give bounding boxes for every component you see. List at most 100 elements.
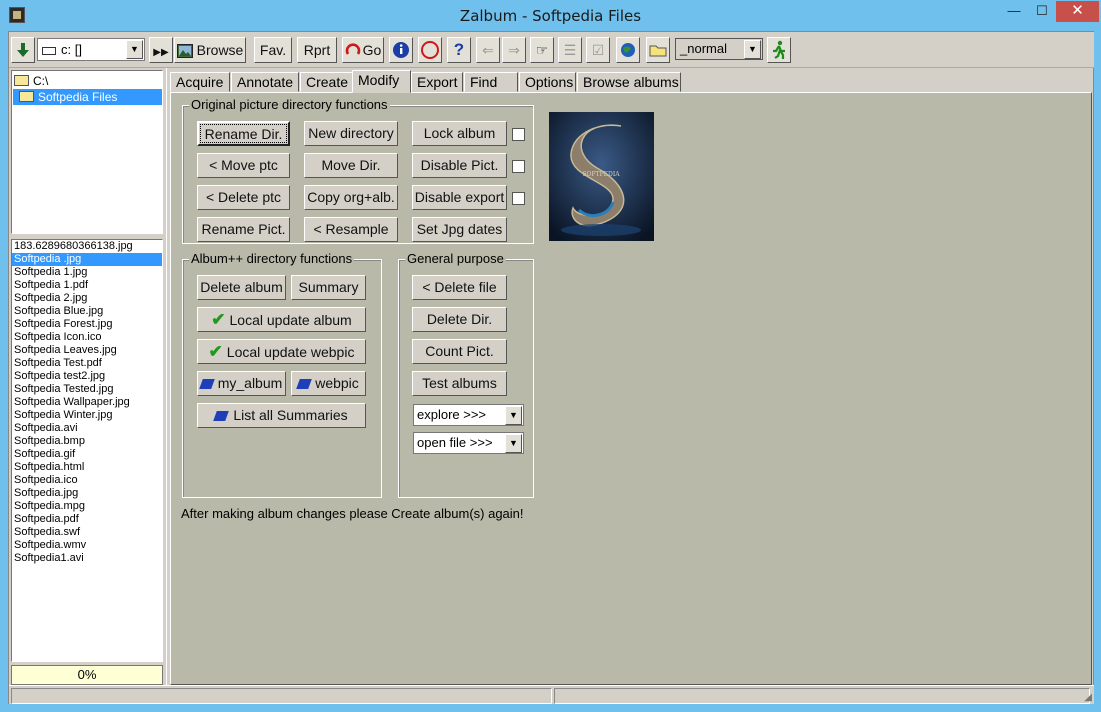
minimize-button[interactable]: —: [1000, 1, 1028, 22]
file-list-item[interactable]: Softpedia Blue.jpg: [12, 305, 162, 318]
list-icon: ☰: [563, 42, 577, 58]
delete-album-button[interactable]: Delete album: [197, 275, 286, 300]
delete-ptc-button[interactable]: < Delete ptc: [197, 185, 290, 210]
stop-button[interactable]: [418, 37, 442, 63]
close-button[interactable]: ✕: [1056, 1, 1099, 22]
explore-select[interactable]: explore >>> ▼: [413, 404, 524, 426]
forward-button[interactable]: ▶▶: [149, 37, 173, 63]
set-jpg-dates-button[interactable]: Set Jpg dates: [412, 217, 507, 242]
original-functions-group: Original picture directory functions Ren…: [182, 98, 534, 244]
disable-export-button[interactable]: Disable export: [412, 185, 507, 210]
file-list-item[interactable]: Softpedia 1.pdf: [12, 279, 162, 292]
rprt-button[interactable]: Rprt: [297, 37, 337, 63]
tree-item-root[interactable]: C:\: [14, 73, 54, 89]
summary-button[interactable]: Summary: [291, 275, 366, 300]
chevron-down-icon[interactable]: ▼: [505, 406, 522, 425]
button-label: Local update album: [229, 312, 352, 328]
file-list-item[interactable]: Softpedia .jpg: [12, 253, 162, 266]
tree-item-softpedia-files[interactable]: Softpedia Files: [13, 89, 162, 105]
checklist-button[interactable]: ☑: [586, 37, 610, 63]
disable-pict-button[interactable]: Disable Pict.: [412, 153, 507, 178]
tab-acquire[interactable]: Acquire: [170, 72, 230, 92]
file-list-item[interactable]: Softpedia Forest.jpg: [12, 318, 162, 331]
file-list-item[interactable]: Softpedia Leaves.jpg: [12, 344, 162, 357]
move-dir-button[interactable]: Move Dir.: [304, 153, 398, 178]
tab-export[interactable]: Export: [411, 72, 463, 92]
tab-annotate[interactable]: Annotate: [231, 72, 299, 92]
lock-album-checkbox[interactable]: [512, 128, 525, 141]
file-list-item[interactable]: Softpedia.pdf: [12, 513, 162, 526]
new-directory-button[interactable]: New directory: [304, 121, 398, 146]
directory-tree[interactable]: C:\ Softpedia Files: [11, 70, 163, 234]
file-list-item[interactable]: Softpedia test2.jpg: [12, 370, 162, 383]
rename-pict-button[interactable]: Rename Pict.: [197, 217, 290, 242]
file-list-item[interactable]: Softpedia Icon.ico: [12, 331, 162, 344]
info-button[interactable]: [389, 37, 413, 63]
file-list-item[interactable]: Softpedia.avi: [12, 422, 162, 435]
tab-modify[interactable]: Modify: [352, 70, 411, 93]
rename-dir-button[interactable]: Rename Dir.: [197, 121, 290, 146]
down-arrow-button[interactable]: [11, 37, 35, 63]
delete-file-button[interactable]: < Delete file: [412, 275, 507, 300]
run-button[interactable]: [767, 37, 791, 63]
client-area: c: [] ▼ ▶▶ Browse Fav. Rprt Go ? ⇐ ⇒ ☞ ☰…: [8, 31, 1094, 704]
picture-preview[interactable]: SOFTPEDIA: [549, 112, 654, 241]
drive-select[interactable]: c: [] ▼: [37, 38, 145, 61]
tab-create[interactable]: Create: [300, 72, 353, 92]
list-button[interactable]: ☰: [558, 37, 582, 63]
file-list-item[interactable]: Softpedia Wallpaper.jpg: [12, 396, 162, 409]
file-list-item[interactable]: Softpedia1.avi: [12, 552, 162, 565]
count-pict-button[interactable]: Count Pict.: [412, 339, 507, 364]
webpic-button[interactable]: webpic: [291, 371, 366, 396]
file-list-item[interactable]: Softpedia.html: [12, 461, 162, 474]
local-update-album-button[interactable]: ✔ Local update album: [197, 307, 366, 332]
go-button[interactable]: Go: [342, 37, 384, 63]
chevron-down-icon[interactable]: ▼: [126, 40, 143, 59]
file-list-item[interactable]: Softpedia Winter.jpg: [12, 409, 162, 422]
chevron-down-icon[interactable]: ▼: [744, 40, 761, 59]
my-album-button[interactable]: my_album: [197, 371, 286, 396]
web-button[interactable]: [616, 37, 640, 63]
file-list-item[interactable]: 183.6289680366138.jpg: [12, 240, 162, 253]
folder-button[interactable]: [646, 37, 670, 63]
create-album-note: After making album changes please Create…: [181, 506, 524, 521]
file-list-item[interactable]: Softpedia Test.pdf: [12, 357, 162, 370]
file-list-item[interactable]: Softpedia.gif: [12, 448, 162, 461]
resize-grip-icon[interactable]: ◢: [1084, 692, 1092, 703]
tab-browse-albums[interactable]: Browse albums: [577, 72, 681, 92]
resample-button[interactable]: < Resample: [304, 217, 398, 242]
lock-album-button[interactable]: Lock album: [412, 121, 507, 146]
file-list-item[interactable]: Softpedia 2.jpg: [12, 292, 162, 305]
browse-button[interactable]: Browse: [174, 37, 246, 63]
file-list-item[interactable]: Softpedia.swf: [12, 526, 162, 539]
test-albums-button[interactable]: Test albums: [412, 371, 507, 396]
disable-export-checkbox[interactable]: [512, 192, 525, 205]
copy-org-alb-button[interactable]: Copy org+alb.: [304, 185, 398, 210]
help-button[interactable]: ?: [447, 37, 471, 63]
panel-splitter[interactable]: [166, 68, 169, 685]
file-list[interactable]: 183.6289680366138.jpg Softpedia .jpg Softp…: [11, 239, 163, 662]
list-all-summaries-button[interactable]: List all Summaries: [197, 403, 366, 428]
tab-find[interactable]: Find: [464, 72, 518, 92]
file-list-item[interactable]: Softpedia 1.jpg: [12, 266, 162, 279]
disable-pict-checkbox[interactable]: [512, 160, 525, 173]
file-list-item[interactable]: Softpedia.bmp: [12, 435, 162, 448]
file-list-item[interactable]: Softpedia.wmv: [12, 539, 162, 552]
move-ptc-button[interactable]: < Move ptc: [197, 153, 290, 178]
next-button[interactable]: ⇒: [502, 37, 526, 63]
fav-button[interactable]: Fav.: [254, 37, 292, 63]
open-file-select[interactable]: open file >>> ▼: [413, 432, 524, 454]
chevron-down-icon[interactable]: ▼: [505, 434, 522, 453]
file-list-item[interactable]: Softpedia.mpg: [12, 500, 162, 513]
back-button[interactable]: ⇐: [476, 37, 500, 63]
file-list-item[interactable]: Softpedia Tested.jpg: [12, 383, 162, 396]
explore-value: explore >>>: [417, 407, 487, 422]
local-update-webpic-button[interactable]: ✔ Local update webpic: [197, 339, 366, 364]
tab-options[interactable]: Options: [519, 72, 576, 92]
delete-dir-button[interactable]: Delete Dir.: [412, 307, 507, 332]
maximize-button[interactable]: ☐: [1028, 1, 1056, 22]
file-list-item[interactable]: Softpedia.ico: [12, 474, 162, 487]
mode-select[interactable]: _normal ▼: [675, 38, 763, 60]
file-list-item[interactable]: Softpedia.jpg: [12, 487, 162, 500]
point-button[interactable]: ☞: [530, 37, 554, 63]
